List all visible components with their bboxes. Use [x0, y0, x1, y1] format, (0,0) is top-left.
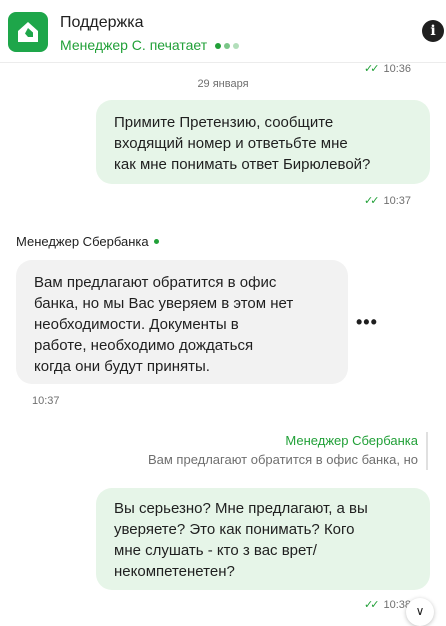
quote-text: Вам предлагают обратится в офис банка, н… — [147, 452, 418, 467]
outgoing-message[interactable]: Вы серьезно? Мне предлагают, а вы уверяе… — [96, 488, 430, 590]
date-separator: 29 января — [197, 78, 249, 90]
message-time: 10:37 — [383, 195, 412, 207]
info-button[interactable]: i — [422, 20, 444, 42]
message-meta: ✓✓ 10:38 — [364, 598, 411, 611]
typing-dots-icon — [215, 36, 242, 52]
message-time: 10:37 — [32, 395, 60, 407]
outgoing-message[interactable]: Примите Претензию, сообщите входящий ном… — [96, 100, 430, 184]
sender-name: Менеджер Сбербанка — [16, 234, 159, 249]
message-meta: ✓✓ 10:36 — [364, 62, 411, 75]
scroll-down-button[interactable]: ∨ — [406, 598, 434, 626]
chat-title: Поддержка — [60, 14, 144, 31]
support-logo-icon — [8, 12, 48, 52]
quote-sender: Менеджер Сбербанка — [285, 433, 418, 448]
typing-indicator: Менеджер С. печатает — [60, 36, 242, 53]
reply-quote[interactable]: Менеджер Сбербанка Вам предлагают обрати… — [148, 432, 428, 470]
read-check-icon: ✓✓ — [364, 195, 380, 207]
more-options-icon[interactable]: ••• — [356, 312, 378, 333]
typing-text: Менеджер С. печатает — [60, 37, 208, 53]
read-check-icon: ✓✓ — [364, 63, 380, 75]
message-meta: ✓✓ 10:37 — [364, 194, 411, 207]
online-status-icon — [153, 239, 159, 244]
message-time: 10:36 — [383, 63, 412, 75]
chat-header: Поддержка Менеджер С. печатает i — [0, 0, 446, 63]
read-check-icon: ✓✓ — [364, 599, 380, 611]
incoming-message[interactable]: Вам предлагают обратится в офис банка, н… — [16, 260, 348, 384]
